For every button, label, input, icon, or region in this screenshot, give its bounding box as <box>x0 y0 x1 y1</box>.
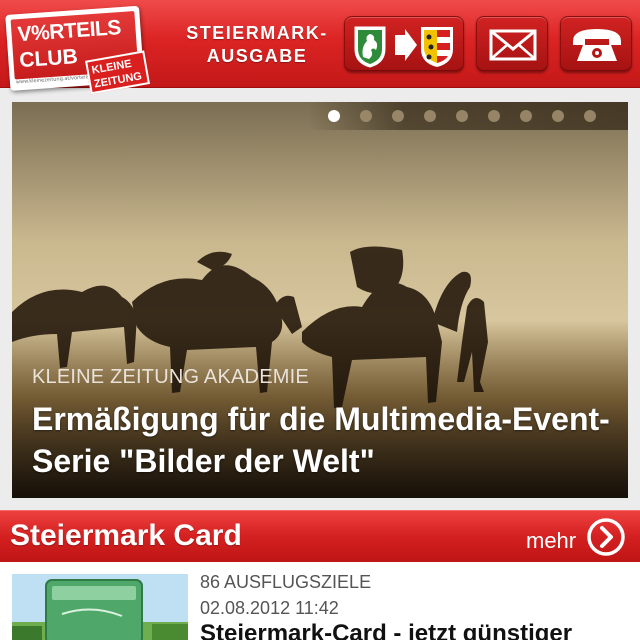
slider-dot[interactable] <box>552 110 564 122</box>
coat-of-arms-arrow-icon <box>354 26 453 68</box>
steiermark-card-image <box>12 574 188 640</box>
list-item[interactable]: 86 AUSFLUGSZIELE 02.08.2012 11:42 Steier… <box>0 562 640 640</box>
vorteilsclub-logo[interactable]: V%RTEILS CLUB www.kleinezeitung.at/vorte… <box>5 5 153 99</box>
phone-button[interactable] <box>560 16 632 72</box>
slider-dot[interactable] <box>584 110 596 122</box>
envelope-icon <box>489 29 537 61</box>
slide-title[interactable]: Ermäßigung für die Multimedia-Event-Seri… <box>32 398 612 482</box>
slider-dot[interactable] <box>488 110 500 122</box>
slider-dot[interactable] <box>456 110 468 122</box>
app-header: V%RTEILS CLUB www.kleinezeitung.at/vorte… <box>0 0 640 95</box>
slide-kicker: KLEINE ZEITUNG AKADEMIE <box>32 366 309 388</box>
featured-slider[interactable]: KLEINE ZEITUNG AKADEMIE Ermäßigung für d… <box>12 102 628 498</box>
slider-dot[interactable] <box>392 110 404 122</box>
slider-pagination <box>308 102 628 130</box>
logo-line2: CLUB <box>18 45 79 73</box>
edition-label: STEIERMARK- AUSGABE <box>172 22 342 68</box>
more-label: mehr <box>526 528 577 553</box>
section-header-steiermark-card: Steiermark Card mehr <box>0 510 640 562</box>
article-thumbnail <box>12 574 188 640</box>
region-switch-button[interactable] <box>344 16 464 72</box>
mail-button[interactable] <box>476 16 548 72</box>
slider-dot[interactable] <box>520 110 532 122</box>
chevron-right-circle-icon <box>587 518 625 556</box>
more-button[interactable]: mehr <box>526 516 632 558</box>
section-title: Steiermark Card <box>10 519 242 552</box>
article-title[interactable]: Steiermark-Card - jetzt günstiger <box>200 620 572 640</box>
slider-dot[interactable] <box>424 110 436 122</box>
article-kicker: 86 AUSFLUGSZIELE <box>200 572 372 592</box>
telephone-icon <box>573 29 621 61</box>
edition-line1: STEIERMARK- <box>186 23 328 43</box>
slider-dot[interactable] <box>328 110 340 122</box>
article-date: 02.08.2012 11:42 <box>200 598 339 618</box>
edition-line2: AUSGABE <box>206 46 308 66</box>
logo-line1: V%RTEILS <box>16 16 122 47</box>
slider-dot[interactable] <box>360 110 372 122</box>
